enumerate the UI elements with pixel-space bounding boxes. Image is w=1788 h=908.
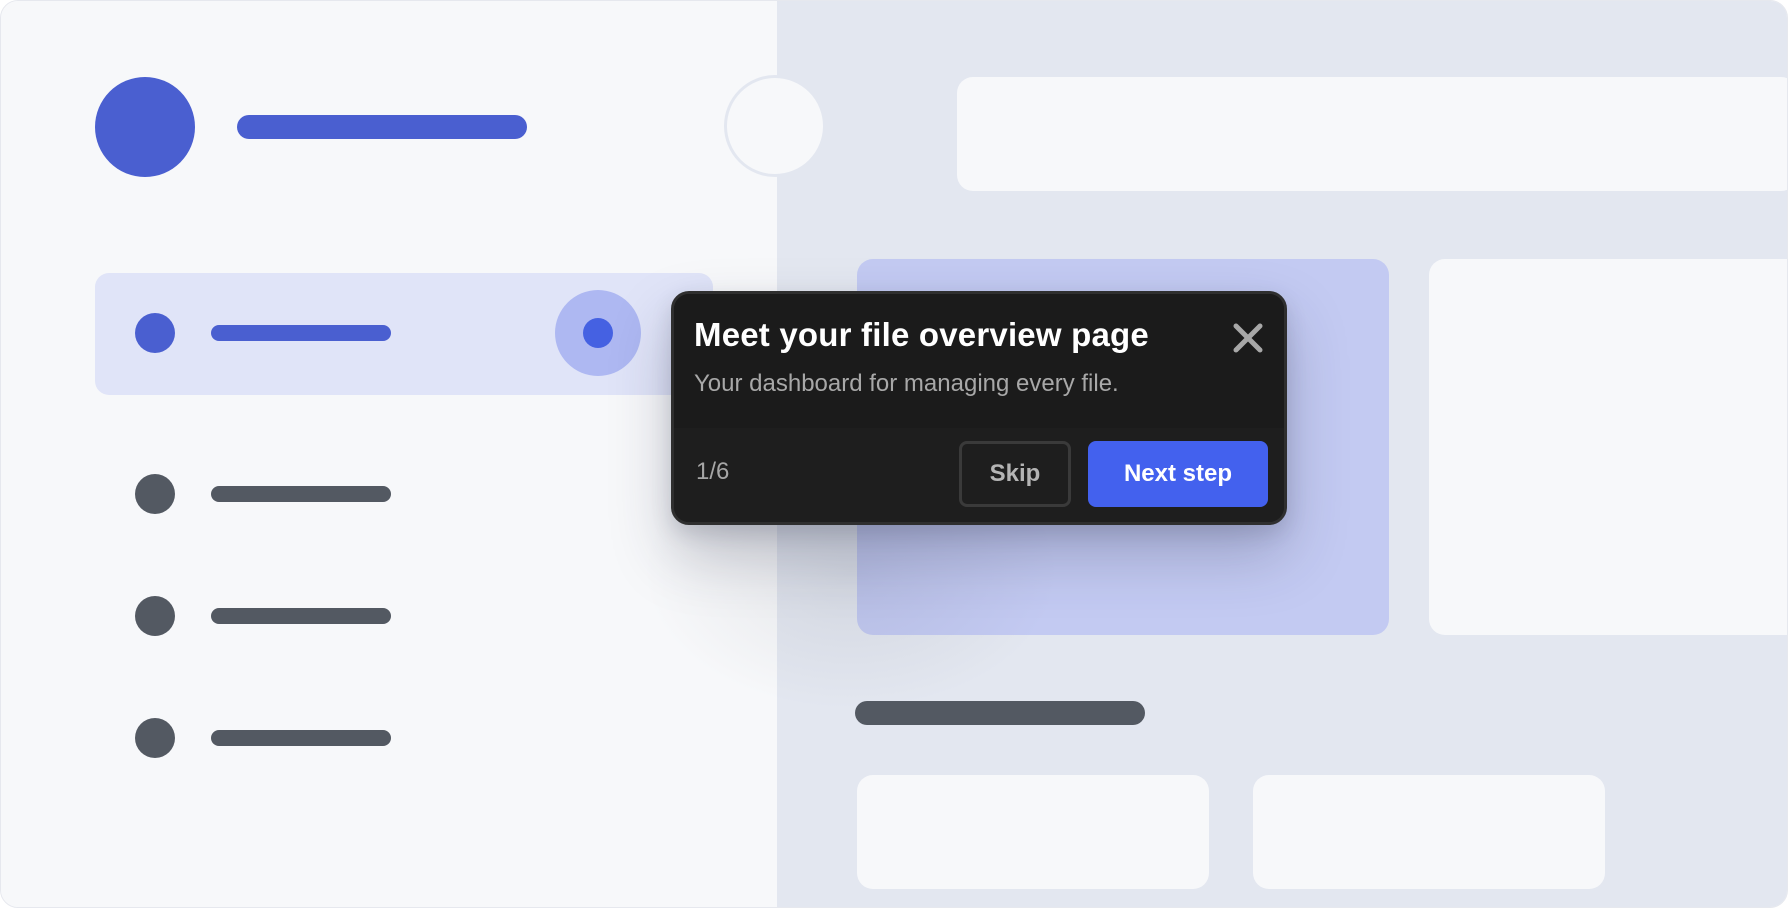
tooltip-subtitle: Your dashboard for managing every file.	[694, 370, 1119, 397]
nav-item-label-placeholder	[211, 730, 391, 746]
sidebar-item[interactable]	[95, 556, 713, 678]
tooltip-footer: 1/6 Skip Next step	[674, 428, 1284, 522]
sidebar-item[interactable]	[95, 434, 713, 556]
step-counter: 1/6	[696, 458, 730, 485]
next-step-button[interactable]: Next step	[1088, 441, 1268, 507]
tooltip-header: Meet your file overview page Your dashbo…	[674, 294, 1284, 428]
skip-button[interactable]: Skip	[959, 441, 1071, 507]
close-button[interactable]	[1230, 320, 1266, 356]
product-tour-tooltip: Meet your file overview page Your dashbo…	[671, 291, 1287, 525]
nav-item-icon-placeholder	[135, 474, 175, 514]
tour-hotspot-dot	[583, 318, 613, 348]
nav-item-label-placeholder	[211, 486, 391, 502]
tooltip-title: Meet your file overview page	[694, 316, 1149, 353]
file-tile-placeholder[interactable]	[1253, 775, 1605, 889]
sidebar-collapse-toggle[interactable]	[724, 75, 826, 177]
nav-item-icon-placeholder	[135, 596, 175, 636]
file-tile-placeholder[interactable]	[857, 775, 1209, 889]
file-card-placeholder[interactable]	[1429, 259, 1787, 635]
app-window: Meet your file overview page Your dashbo…	[0, 0, 1788, 908]
close-icon	[1233, 323, 1263, 353]
search-bar-placeholder[interactable]	[957, 77, 1787, 191]
sidebar-item-files[interactable]	[95, 273, 713, 395]
nav-item-icon-placeholder	[135, 718, 175, 758]
app-name-placeholder	[237, 115, 527, 139]
sidebar	[1, 1, 777, 907]
nav-item-label-placeholder	[211, 325, 391, 341]
sidebar-item[interactable]	[95, 678, 713, 800]
nav-item-label-placeholder	[211, 608, 391, 624]
section-heading-placeholder	[855, 701, 1145, 725]
nav-item-icon-placeholder	[135, 313, 175, 353]
logo-placeholder	[95, 77, 195, 177]
tour-hotspot[interactable]	[555, 290, 641, 376]
